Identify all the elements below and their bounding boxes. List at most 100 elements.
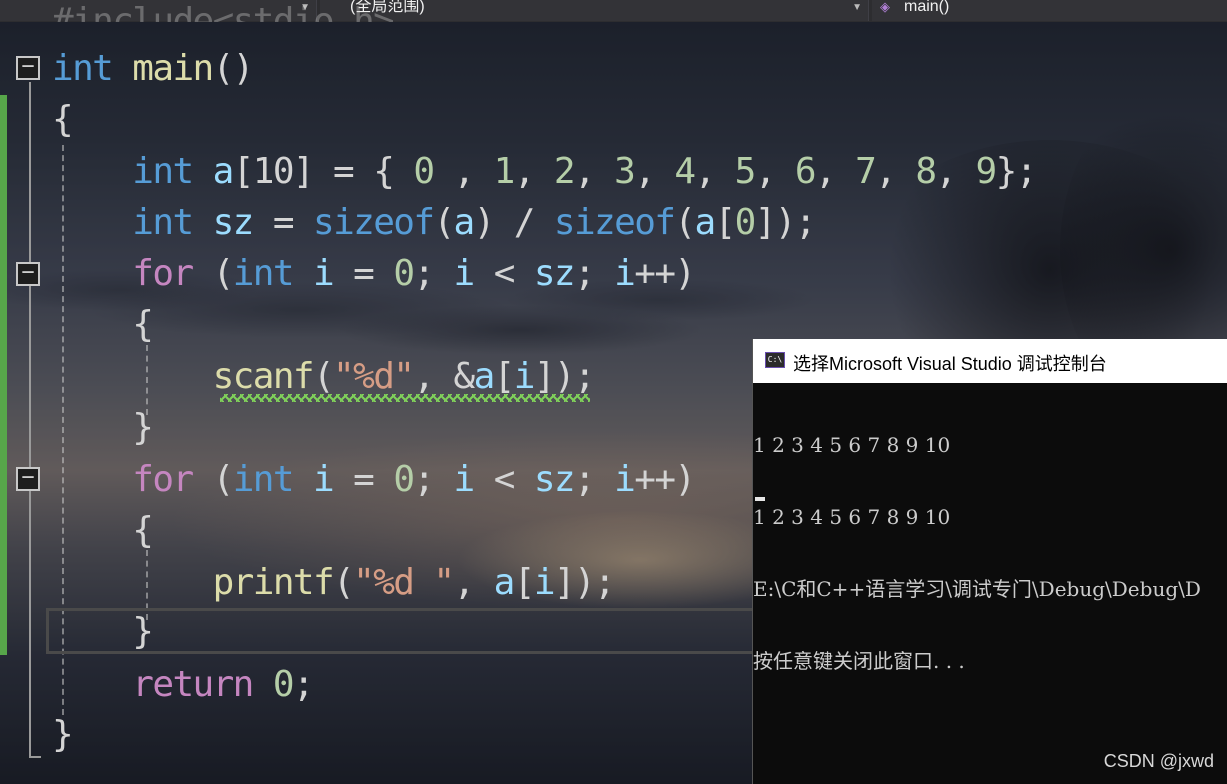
code-token: 3 bbox=[614, 151, 636, 192]
code-token: i bbox=[533, 562, 556, 603]
code-token: , bbox=[573, 151, 615, 192]
code-token: , bbox=[433, 151, 494, 192]
code-token: 1 bbox=[493, 151, 516, 192]
code-token: , bbox=[935, 151, 976, 192]
code-token: ( bbox=[192, 459, 235, 500]
code-token: i bbox=[614, 253, 636, 294]
code-line-close-brace-2[interactable]: } bbox=[52, 406, 154, 450]
code-token: printf bbox=[212, 562, 335, 603]
code-token: , bbox=[875, 151, 916, 192]
code-token: ; bbox=[574, 459, 615, 500]
code-token: 7 bbox=[855, 151, 877, 192]
chevron-down-icon: ▼ bbox=[852, 2, 862, 13]
code-token: 0 bbox=[413, 151, 435, 192]
code-line-printf[interactable]: printf("%d ", a[i]); bbox=[52, 561, 616, 605]
code-line-open-brace-2[interactable]: { bbox=[52, 303, 154, 347]
scope-dropdown[interactable]: (全局范围) ▼ bbox=[320, 0, 869, 21]
code-line-for-1[interactable]: for (int i = 0; i < sz; i++) bbox=[52, 252, 696, 296]
code-token: sizeof bbox=[553, 202, 676, 243]
code-text: { bbox=[52, 99, 74, 140]
collapse-main-button[interactable]: − bbox=[16, 56, 40, 80]
code-token: sizeof bbox=[313, 202, 435, 243]
code-line-array-decl[interactable]: int a[10] = { 0 , 1, 2, 3, 4, 5, 6, 7, 8… bbox=[52, 150, 1037, 194]
code-line-open-brace[interactable]: { bbox=[52, 98, 74, 142]
console-title: 选择Microsoft Visual Studio 调试控制台 bbox=[793, 354, 1107, 374]
code-text: } bbox=[52, 611, 154, 652]
change-tracking-bar bbox=[0, 95, 7, 655]
collapse-for-loop-1-button[interactable]: − bbox=[16, 262, 40, 286]
code-text: } bbox=[52, 407, 154, 448]
code-line-close-brace[interactable]: } bbox=[52, 713, 74, 757]
code-line-include[interactable]: #include<stdio.h> bbox=[52, 0, 393, 22]
console-output-line: 1 2 3 4 5 6 7 8 9 10 bbox=[753, 433, 951, 457]
debug-console-window[interactable]: C:\ 选择Microsoft Visual Studio 调试控制台 1 2 … bbox=[752, 339, 1227, 784]
code-token: < bbox=[473, 459, 534, 500]
code-line-for-2[interactable]: for (int i = 0; i < sz; i++) bbox=[52, 458, 696, 502]
code-token: ; bbox=[574, 253, 615, 294]
code-token: ]); bbox=[754, 202, 817, 243]
code-line-close-brace-3[interactable]: } bbox=[52, 610, 154, 654]
fold-guide-line bbox=[29, 82, 31, 758]
code-token: "%d " bbox=[353, 562, 455, 603]
code-token: 0 bbox=[393, 253, 415, 294]
code-line-main[interactable]: int main() bbox=[52, 47, 254, 91]
collapse-for-loop-2-button[interactable]: − bbox=[16, 467, 40, 491]
code-token: int bbox=[52, 48, 114, 89]
code-text: { bbox=[52, 510, 154, 551]
function-dropdown-value: main() bbox=[904, 0, 950, 15]
function-dropdown[interactable]: ◈ main() bbox=[872, 0, 1227, 21]
code-token: int bbox=[132, 202, 194, 243]
code-line-open-brace-3[interactable]: { bbox=[52, 509, 154, 553]
code-token: ++) bbox=[634, 253, 696, 294]
code-token: sz bbox=[192, 202, 255, 243]
code-token: ) / bbox=[473, 202, 554, 243]
code-token: = bbox=[333, 253, 394, 294]
code-token: i bbox=[614, 459, 636, 500]
code-token: i bbox=[453, 253, 476, 294]
code-text: } bbox=[52, 714, 74, 755]
code-token: sz bbox=[533, 459, 576, 500]
code-token: , & bbox=[413, 356, 475, 397]
code-line-sz-decl[interactable]: int sz = sizeof(a) / sizeof(a[0]); bbox=[52, 201, 817, 245]
console-output-line: 按任意键关闭此窗口. . . bbox=[753, 649, 965, 673]
code-token: [10] = { bbox=[232, 151, 414, 192]
console-output[interactable]: 1 2 3 4 5 6 7 8 9 10 1 2 3 4 5 6 7 8 9 1… bbox=[753, 385, 1227, 721]
code-token: = bbox=[333, 459, 394, 500]
code-line-scanf[interactable]: scanf("%d", &a[i]); bbox=[52, 355, 596, 399]
code-token: a bbox=[453, 202, 476, 243]
code-line-return[interactable]: return 0; bbox=[52, 663, 314, 707]
code-token: scanf bbox=[212, 356, 315, 397]
console-output-line: 1 2 3 4 5 6 7 8 9 10 bbox=[753, 505, 951, 529]
code-token: i bbox=[513, 356, 536, 397]
console-title-bar[interactable]: C:\ 选择Microsoft Visual Studio 调试控制台 bbox=[753, 339, 1227, 383]
code-token: i bbox=[292, 459, 335, 500]
console-app-icon: C:\ bbox=[765, 352, 785, 368]
code-token: ; bbox=[413, 459, 454, 500]
code-token: , bbox=[694, 151, 735, 192]
code-token: return bbox=[132, 664, 254, 705]
code-token: 8 bbox=[915, 151, 937, 192]
code-token: i bbox=[453, 459, 476, 500]
code-token: ( bbox=[312, 356, 335, 397]
warning-squiggle[interactable] bbox=[220, 394, 590, 402]
console-cursor bbox=[755, 497, 765, 501]
code-token: , bbox=[634, 151, 675, 192]
code-token: "%d" bbox=[333, 356, 415, 397]
code-text: #include<stdio.h> bbox=[52, 1, 394, 22]
watermark: CSDN @jxwd bbox=[1103, 751, 1214, 771]
code-token: , bbox=[814, 151, 856, 192]
code-token: = bbox=[252, 202, 313, 243]
code-text: { bbox=[52, 304, 154, 345]
code-token: ( bbox=[674, 202, 696, 243]
code-token: a bbox=[192, 151, 235, 192]
code-token: ]); bbox=[553, 562, 616, 603]
code-token: ; bbox=[413, 253, 454, 294]
